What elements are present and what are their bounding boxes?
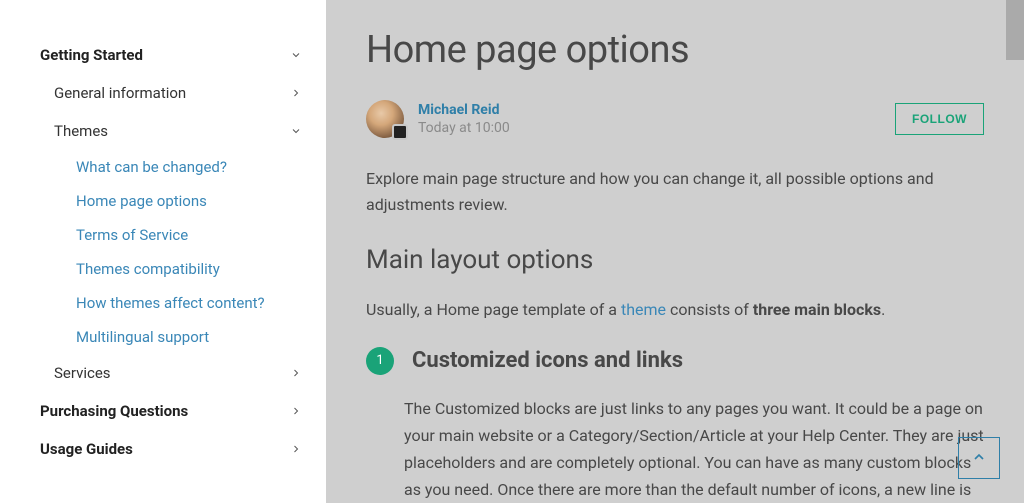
avatar	[366, 100, 404, 138]
chevron-up-icon	[971, 449, 987, 468]
nav-subitem[interactable]: Themes compatibility	[40, 252, 302, 286]
chevron-down-icon	[290, 125, 302, 137]
nav-item-services[interactable]: Services	[40, 354, 302, 392]
nav-section-label: Getting Started	[40, 46, 143, 64]
nav-item-themes[interactable]: Themes	[40, 112, 302, 150]
author-name-link[interactable]: Michael Reid	[418, 101, 510, 119]
chevron-right-icon	[290, 405, 302, 417]
nav-item-label: General information	[54, 84, 186, 102]
nav-section-usage-guides[interactable]: Usage Guides	[40, 430, 302, 468]
step-number-badge: 1	[366, 347, 394, 375]
nav-section-label: Usage Guides	[40, 440, 133, 458]
nav-item-label: Services	[54, 364, 111, 382]
nav-subitem[interactable]: Multilingual support	[40, 320, 302, 354]
nav-section-getting-started[interactable]: Getting Started	[40, 36, 302, 74]
section-heading: Main layout options	[366, 245, 984, 275]
theme-link[interactable]: theme	[621, 300, 666, 319]
step-header: 1 Customized icons and links	[366, 347, 984, 375]
nav-item-general-information[interactable]: General information	[40, 74, 302, 112]
nav-section-purchasing-questions[interactable]: Purchasing Questions	[40, 392, 302, 430]
scrollbar[interactable]	[1006, 0, 1024, 60]
nav-subitem[interactable]: How themes affect content?	[40, 286, 302, 320]
nav-subitem[interactable]: What can be changed?	[40, 150, 302, 184]
main-content: Home page options Michael Reid Today at …	[326, 0, 1024, 503]
sidebar: Getting Started General information Them…	[0, 0, 326, 503]
nav-subitem[interactable]: Terms of Service	[40, 218, 302, 252]
timestamp: Today at 10:00	[418, 119, 510, 137]
nav-section-label: Purchasing Questions	[40, 402, 188, 420]
nav-item-label: Themes	[54, 122, 108, 140]
step-body: The Customized blocks are just links to …	[366, 395, 984, 503]
scroll-to-top-button[interactable]	[958, 437, 1000, 479]
intro-text: Explore main page structure and how you …	[366, 166, 984, 217]
body-text: Usually, a Home page template of a theme…	[366, 297, 984, 323]
chevron-right-icon	[290, 87, 302, 99]
chevron-down-icon	[290, 49, 302, 61]
page-title: Home page options	[366, 28, 984, 72]
chevron-right-icon	[290, 443, 302, 455]
step-title: Customized icons and links	[412, 348, 683, 373]
badge-icon	[392, 124, 408, 140]
author-row: Michael Reid Today at 10:00 FOLLOW	[366, 100, 984, 138]
chevron-right-icon	[290, 367, 302, 379]
nav-subitem[interactable]: Home page options	[40, 184, 302, 218]
follow-button[interactable]: FOLLOW	[895, 103, 984, 135]
